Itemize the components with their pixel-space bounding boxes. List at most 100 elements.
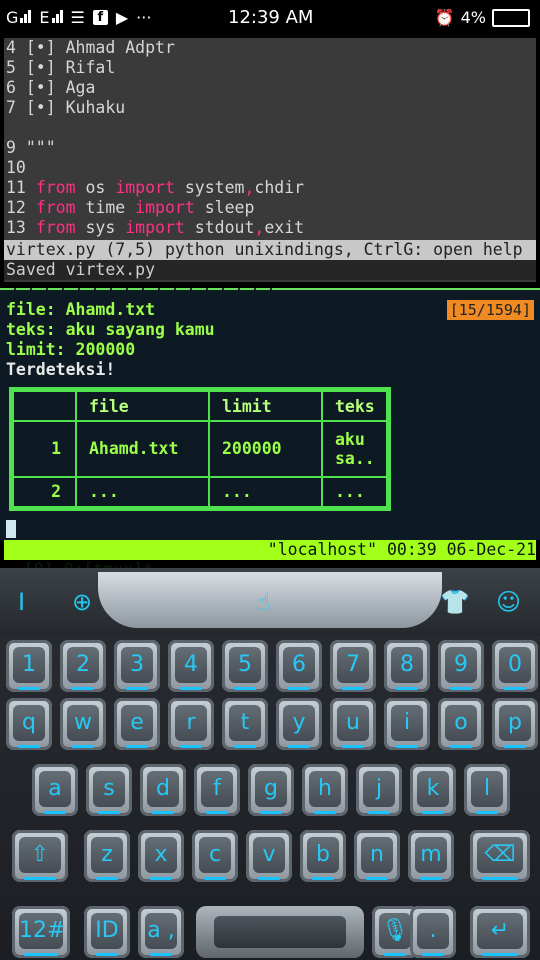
- table-row: 1 Ahamd.txt 200000 aku sa..: [12, 420, 388, 478]
- key-glow: [450, 687, 472, 690]
- key-1[interactable]: 1: [6, 640, 52, 692]
- language-key[interactable]: ID: [84, 906, 130, 958]
- key-label: 4: [175, 647, 207, 683]
- key-glow: [126, 687, 148, 690]
- backspace-key[interactable]: ⌫: [470, 830, 530, 882]
- key-7[interactable]: 7: [330, 640, 376, 692]
- key-label: y: [283, 705, 315, 741]
- key-label: 12#: [19, 913, 65, 949]
- key-o[interactable]: o: [438, 698, 484, 750]
- key-b[interactable]: b: [300, 830, 346, 882]
- key-h[interactable]: h: [302, 764, 348, 816]
- key-a[interactable]: a: [32, 764, 78, 816]
- space-key[interactable]: [196, 906, 364, 958]
- theme-icon[interactable]: 👕: [440, 588, 470, 616]
- key-glow: [396, 687, 418, 690]
- key-glow: [150, 877, 172, 880]
- key-glow: [260, 811, 282, 814]
- code-text: sleep: [194, 198, 255, 217]
- key-y[interactable]: y: [276, 698, 322, 750]
- key-p[interactable]: p: [492, 698, 538, 750]
- key-n[interactable]: n: [354, 830, 400, 882]
- key-glow: [150, 953, 172, 956]
- key-s[interactable]: s: [86, 764, 132, 816]
- key-label: r: [175, 705, 207, 741]
- key-label: 5: [229, 647, 261, 683]
- key-w[interactable]: w: [60, 698, 106, 750]
- key-q[interactable]: q: [6, 698, 52, 750]
- key-4[interactable]: 4: [168, 640, 214, 692]
- key-glow: [258, 877, 280, 880]
- key-9[interactable]: 9: [438, 640, 484, 692]
- key-label: p: [499, 705, 531, 741]
- key-glow: [384, 953, 406, 956]
- tmux-host-clock: "localhost" 00:39 06-Dec-21: [267, 540, 536, 559]
- key-label: j: [363, 771, 395, 807]
- key-i[interactable]: i: [384, 698, 430, 750]
- detected-line: Terdeteksi!: [6, 360, 116, 379]
- line-number: 9: [6, 138, 16, 157]
- key-label: o: [445, 705, 477, 741]
- key-u[interactable]: u: [330, 698, 376, 750]
- key-f[interactable]: f: [194, 764, 240, 816]
- key-t[interactable]: t: [222, 698, 268, 750]
- key-2[interactable]: 2: [60, 640, 106, 692]
- battery-percent: 4%: [460, 8, 486, 27]
- key-label: l: [471, 771, 503, 807]
- key-m[interactable]: m: [408, 830, 454, 882]
- editor-line: 7 [•] Kuhaku: [4, 98, 536, 118]
- key-glow: [204, 877, 226, 880]
- key-label: .: [417, 913, 449, 949]
- line-number: 10: [6, 158, 26, 177]
- key-6[interactable]: 6: [276, 640, 322, 692]
- key-label: a ,: [145, 913, 177, 949]
- key-8[interactable]: 8: [384, 640, 430, 692]
- gesture-icon[interactable]: ☝: [256, 588, 271, 616]
- status-left: G E ☰ f ▶ ···: [6, 8, 151, 27]
- emoji-icon[interactable]: ☺: [496, 588, 521, 616]
- key-glow: [504, 745, 526, 748]
- key-j[interactable]: j: [356, 764, 402, 816]
- code-text: stdout: [184, 218, 255, 237]
- key-g[interactable]: g: [248, 764, 294, 816]
- key-r[interactable]: r: [168, 698, 214, 750]
- enter-key[interactable]: ↵: [470, 906, 530, 958]
- key-glow: [482, 953, 518, 956]
- key-d[interactable]: d: [140, 764, 186, 816]
- key-c[interactable]: c: [192, 830, 238, 882]
- key-v[interactable]: v: [246, 830, 292, 882]
- result-table: file limit teks 1 Ahamd.txt 200000 aku s…: [9, 387, 391, 511]
- key-x[interactable]: x: [138, 830, 184, 882]
- table-row: 2 ... ... ...: [12, 475, 388, 509]
- period-key[interactable]: .: [410, 906, 456, 958]
- key-e[interactable]: e: [114, 698, 160, 750]
- key-label: ↵: [477, 913, 523, 949]
- key-label: 1: [13, 647, 45, 683]
- key-label: c: [199, 837, 231, 873]
- key-glow: [126, 745, 148, 748]
- status-right: ⏰ 4%: [435, 8, 530, 27]
- shift-key[interactable]: ⇧: [12, 830, 68, 882]
- key-k[interactable]: k: [410, 764, 456, 816]
- key-glow: [288, 745, 310, 748]
- key-glow: [234, 745, 256, 748]
- key-label: h: [309, 771, 341, 807]
- key-z[interactable]: z: [84, 830, 130, 882]
- comma-key[interactable]: a ,: [138, 906, 184, 958]
- globe-icon[interactable]: ⊕: [72, 588, 92, 616]
- key-label: 8: [391, 647, 423, 683]
- key-3[interactable]: 3: [114, 640, 160, 692]
- key-0[interactable]: 0: [492, 640, 538, 692]
- cursor-icon[interactable]: I: [18, 588, 25, 616]
- code-text: os: [75, 178, 116, 197]
- soft-keyboard[interactable]: I ⊕ ☝ 👕 ☺ 1 2 3 4 5 6 7 8 9 0 q w e r t y u i o p a s d f g h j k l ⇧…: [0, 568, 540, 960]
- key-glow: [476, 811, 498, 814]
- key-l[interactable]: l: [464, 764, 510, 816]
- terminal-pane[interactable]: file: Ahamd.txt [15/1594] teks: aku saya…: [0, 290, 540, 540]
- key-label: q: [13, 705, 45, 741]
- tmux-status-bar: [0] 0:[tmux]* "localhost" 00:39 06-Dec-2…: [4, 540, 536, 579]
- keyword: import: [125, 218, 185, 237]
- key-5[interactable]: 5: [222, 640, 268, 692]
- symbols-key[interactable]: 12#: [12, 906, 70, 958]
